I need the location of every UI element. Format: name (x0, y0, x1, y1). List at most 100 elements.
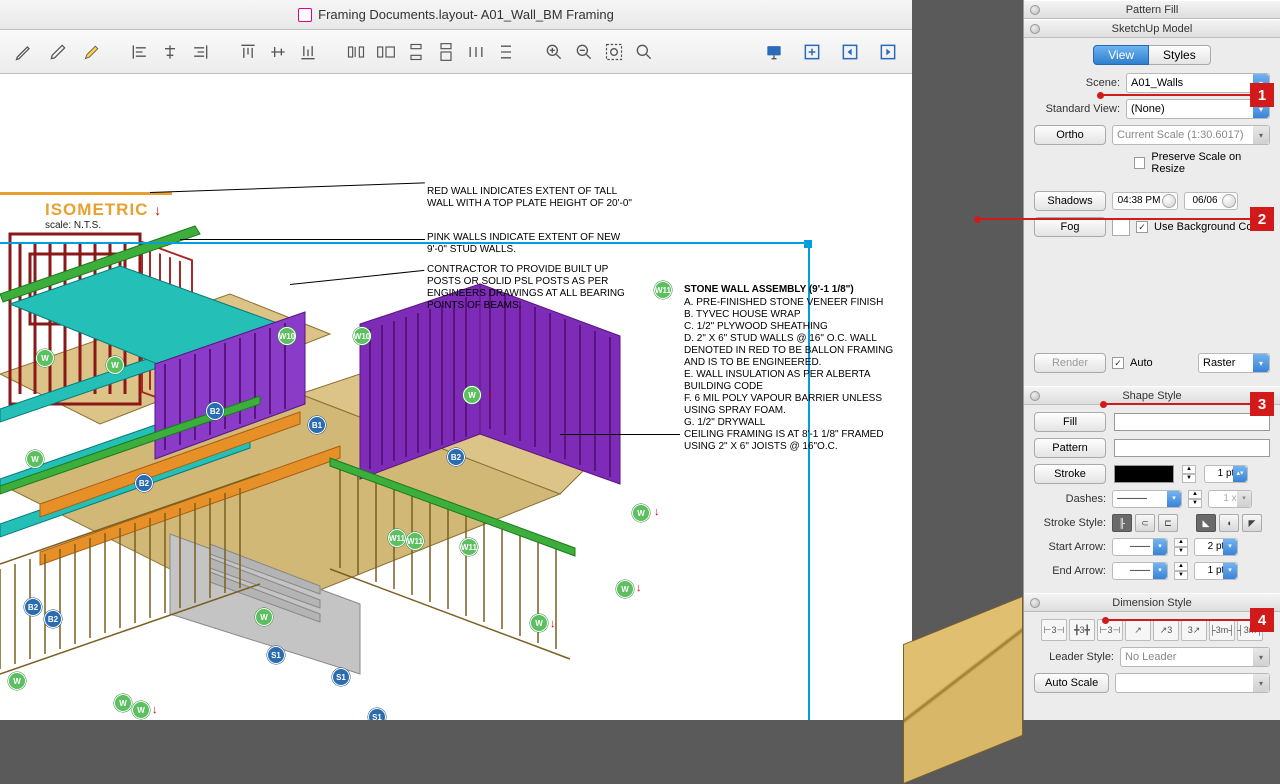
stroke-join-icons: ◣ ◖ ◤ (1196, 514, 1262, 532)
fill-swatch[interactable] (1114, 413, 1270, 431)
use-bg-label: Use Background Color (1154, 221, 1265, 233)
tag-w: W (463, 386, 481, 404)
stdview-label: Standard View: (1034, 103, 1120, 115)
stroke-button[interactable]: Stroke (1034, 464, 1106, 484)
dash-stepper[interactable]: ▲▼ (1188, 490, 1202, 508)
join-bevel-icon[interactable]: ◤ (1242, 514, 1262, 532)
space-v-icon[interactable] (492, 38, 520, 66)
dash-style-select[interactable]: ———▾ (1112, 490, 1182, 508)
fill-button[interactable]: Fill (1034, 412, 1106, 432)
align-bottom-icon[interactable] (294, 38, 322, 66)
pan-icon[interactable] (630, 38, 658, 66)
callout-line (1103, 403, 1250, 405)
tag-w: W (106, 356, 124, 374)
distribute-h-icon[interactable] (342, 38, 370, 66)
dim-diag2-icon[interactable]: ↗3 (1153, 619, 1179, 641)
align-center-h-icon[interactable] (156, 38, 184, 66)
pencil-tool[interactable] (10, 38, 38, 66)
pattern-swatch[interactable] (1114, 439, 1270, 457)
panel-header-sketchup-model[interactable]: SketchUp Model (1024, 19, 1280, 38)
scene-select[interactable]: A01_Walls▾ (1126, 73, 1270, 93)
end-arrow-select[interactable]: ——▾ (1112, 562, 1168, 580)
red-arrow-icon: ↓ (488, 388, 494, 400)
pen-tool[interactable] (44, 38, 72, 66)
dash-scale-field[interactable]: 1 x▾ (1208, 490, 1252, 508)
align-left-icon[interactable] (126, 38, 154, 66)
prev-page-icon[interactable] (836, 38, 864, 66)
red-arrow-icon: ↓ (550, 618, 556, 630)
auto-render-checkbox[interactable]: ✓ (1112, 357, 1124, 369)
shadow-date-field[interactable]: 06/06 (1184, 192, 1238, 210)
join-round-icon[interactable]: ◖ (1219, 514, 1239, 532)
distribute-h2-icon[interactable] (372, 38, 400, 66)
tag-w: W (36, 349, 54, 367)
tag-w: W (255, 608, 273, 626)
panel-header-dimension-style[interactable]: Dimension Style (1024, 593, 1280, 612)
dim-above-icon[interactable]: ⊢3⊣ (1041, 619, 1067, 641)
background-model (903, 596, 1023, 784)
zoom-out-icon[interactable] (570, 38, 598, 66)
cap-flat-icon[interactable]: ╟ (1112, 514, 1132, 532)
start-arrow-size[interactable]: 2 pt▾ (1194, 538, 1238, 556)
red-arrow-icon: ↓ (654, 506, 660, 518)
layout-canvas[interactable]: ISOMETRIC ↓ scale: N.T.S. (0, 74, 912, 720)
fog-button[interactable]: Fog (1034, 217, 1106, 237)
tag-b2: B2 (24, 598, 42, 616)
leader-style-select[interactable]: No Leader▾ (1120, 647, 1270, 667)
note-pink-wall: PINK WALLS INDICATE EXTENT OF NEW 9'-0" … (427, 232, 637, 256)
zoom-extents-icon[interactable] (600, 38, 628, 66)
stroke-color-stepper[interactable]: ▲▼ (1182, 465, 1196, 483)
dim-scale-select[interactable]: ▾ (1115, 673, 1270, 693)
use-bg-checkbox[interactable]: ✓ (1136, 221, 1148, 233)
shadows-button[interactable]: Shadows (1034, 191, 1106, 211)
start-arrow-stepper[interactable]: ▲▼ (1174, 538, 1188, 556)
align-right-icon[interactable] (186, 38, 214, 66)
dim-horiz1-icon[interactable]: ├3m┤ (1209, 619, 1235, 641)
scale-select[interactable]: Current Scale (1:30.6017)▾ (1112, 125, 1270, 145)
preserve-scale-label: Preserve Scale on Resize (1151, 151, 1270, 175)
present-icon[interactable] (760, 38, 788, 66)
shadow-time-field[interactable]: 04:38 PM (1112, 192, 1178, 210)
ortho-button[interactable]: Ortho (1034, 125, 1106, 145)
panel-header-pattern-fill[interactable]: Pattern Fill (1024, 0, 1280, 19)
tag-s1: S1 (267, 646, 285, 664)
next-page-icon[interactable] (874, 38, 902, 66)
align-top-icon[interactable] (234, 38, 262, 66)
end-arrow-stepper[interactable]: ▲▼ (1174, 562, 1188, 580)
align-middle-icon[interactable] (264, 38, 292, 66)
resize-handle[interactable] (804, 240, 812, 248)
render-mode-select[interactable]: Raster▾ (1198, 353, 1270, 373)
tag-w10: W10 (278, 327, 296, 345)
scene-label: Scene: (1034, 77, 1120, 89)
cap-round-icon[interactable]: ⊂ (1135, 514, 1155, 532)
highlighter-tool[interactable] (78, 38, 106, 66)
render-button[interactable]: Render (1034, 353, 1106, 373)
zoom-in-icon[interactable] (540, 38, 568, 66)
dim-below-icon[interactable]: ⊢3⊣ (1097, 619, 1123, 641)
red-arrow-icon: ↓ (152, 704, 158, 716)
cap-square-icon[interactable]: ⊏ (1158, 514, 1178, 532)
end-arrow-size[interactable]: 1 pt▾ (1194, 562, 1238, 580)
stdview-select[interactable]: (None)▾ (1126, 99, 1270, 119)
dim-diag3-icon[interactable]: 3↗ (1181, 619, 1207, 641)
distribute-v-icon[interactable] (402, 38, 430, 66)
stroke-style-label: Stroke Style: (1034, 517, 1106, 529)
tab-styles[interactable]: Styles (1149, 45, 1211, 65)
preserve-scale-checkbox[interactable] (1134, 157, 1145, 169)
join-miter-icon[interactable]: ◣ (1196, 514, 1216, 532)
stroke-color-swatch[interactable] (1114, 465, 1174, 483)
dim-diag1-icon[interactable]: ↗ (1125, 619, 1151, 641)
pattern-button[interactable]: Pattern (1034, 438, 1106, 458)
distribute-v2-icon[interactable] (432, 38, 460, 66)
add-page-icon[interactable] (798, 38, 826, 66)
fog-color-swatch[interactable] (1112, 218, 1130, 236)
space-h-icon[interactable] (462, 38, 490, 66)
auto-scale-button[interactable]: Auto Scale (1034, 673, 1109, 693)
tab-view[interactable]: View (1093, 45, 1149, 65)
tag-b1: B1 (308, 416, 326, 434)
tag-w11: W11 (654, 281, 672, 299)
stroke-width-field[interactable]: 1 pt▴▾ (1204, 465, 1248, 483)
leader-line (560, 434, 680, 435)
dim-center-icon[interactable]: ╋3╋ (1069, 619, 1095, 641)
start-arrow-select[interactable]: ——▾ (1112, 538, 1168, 556)
